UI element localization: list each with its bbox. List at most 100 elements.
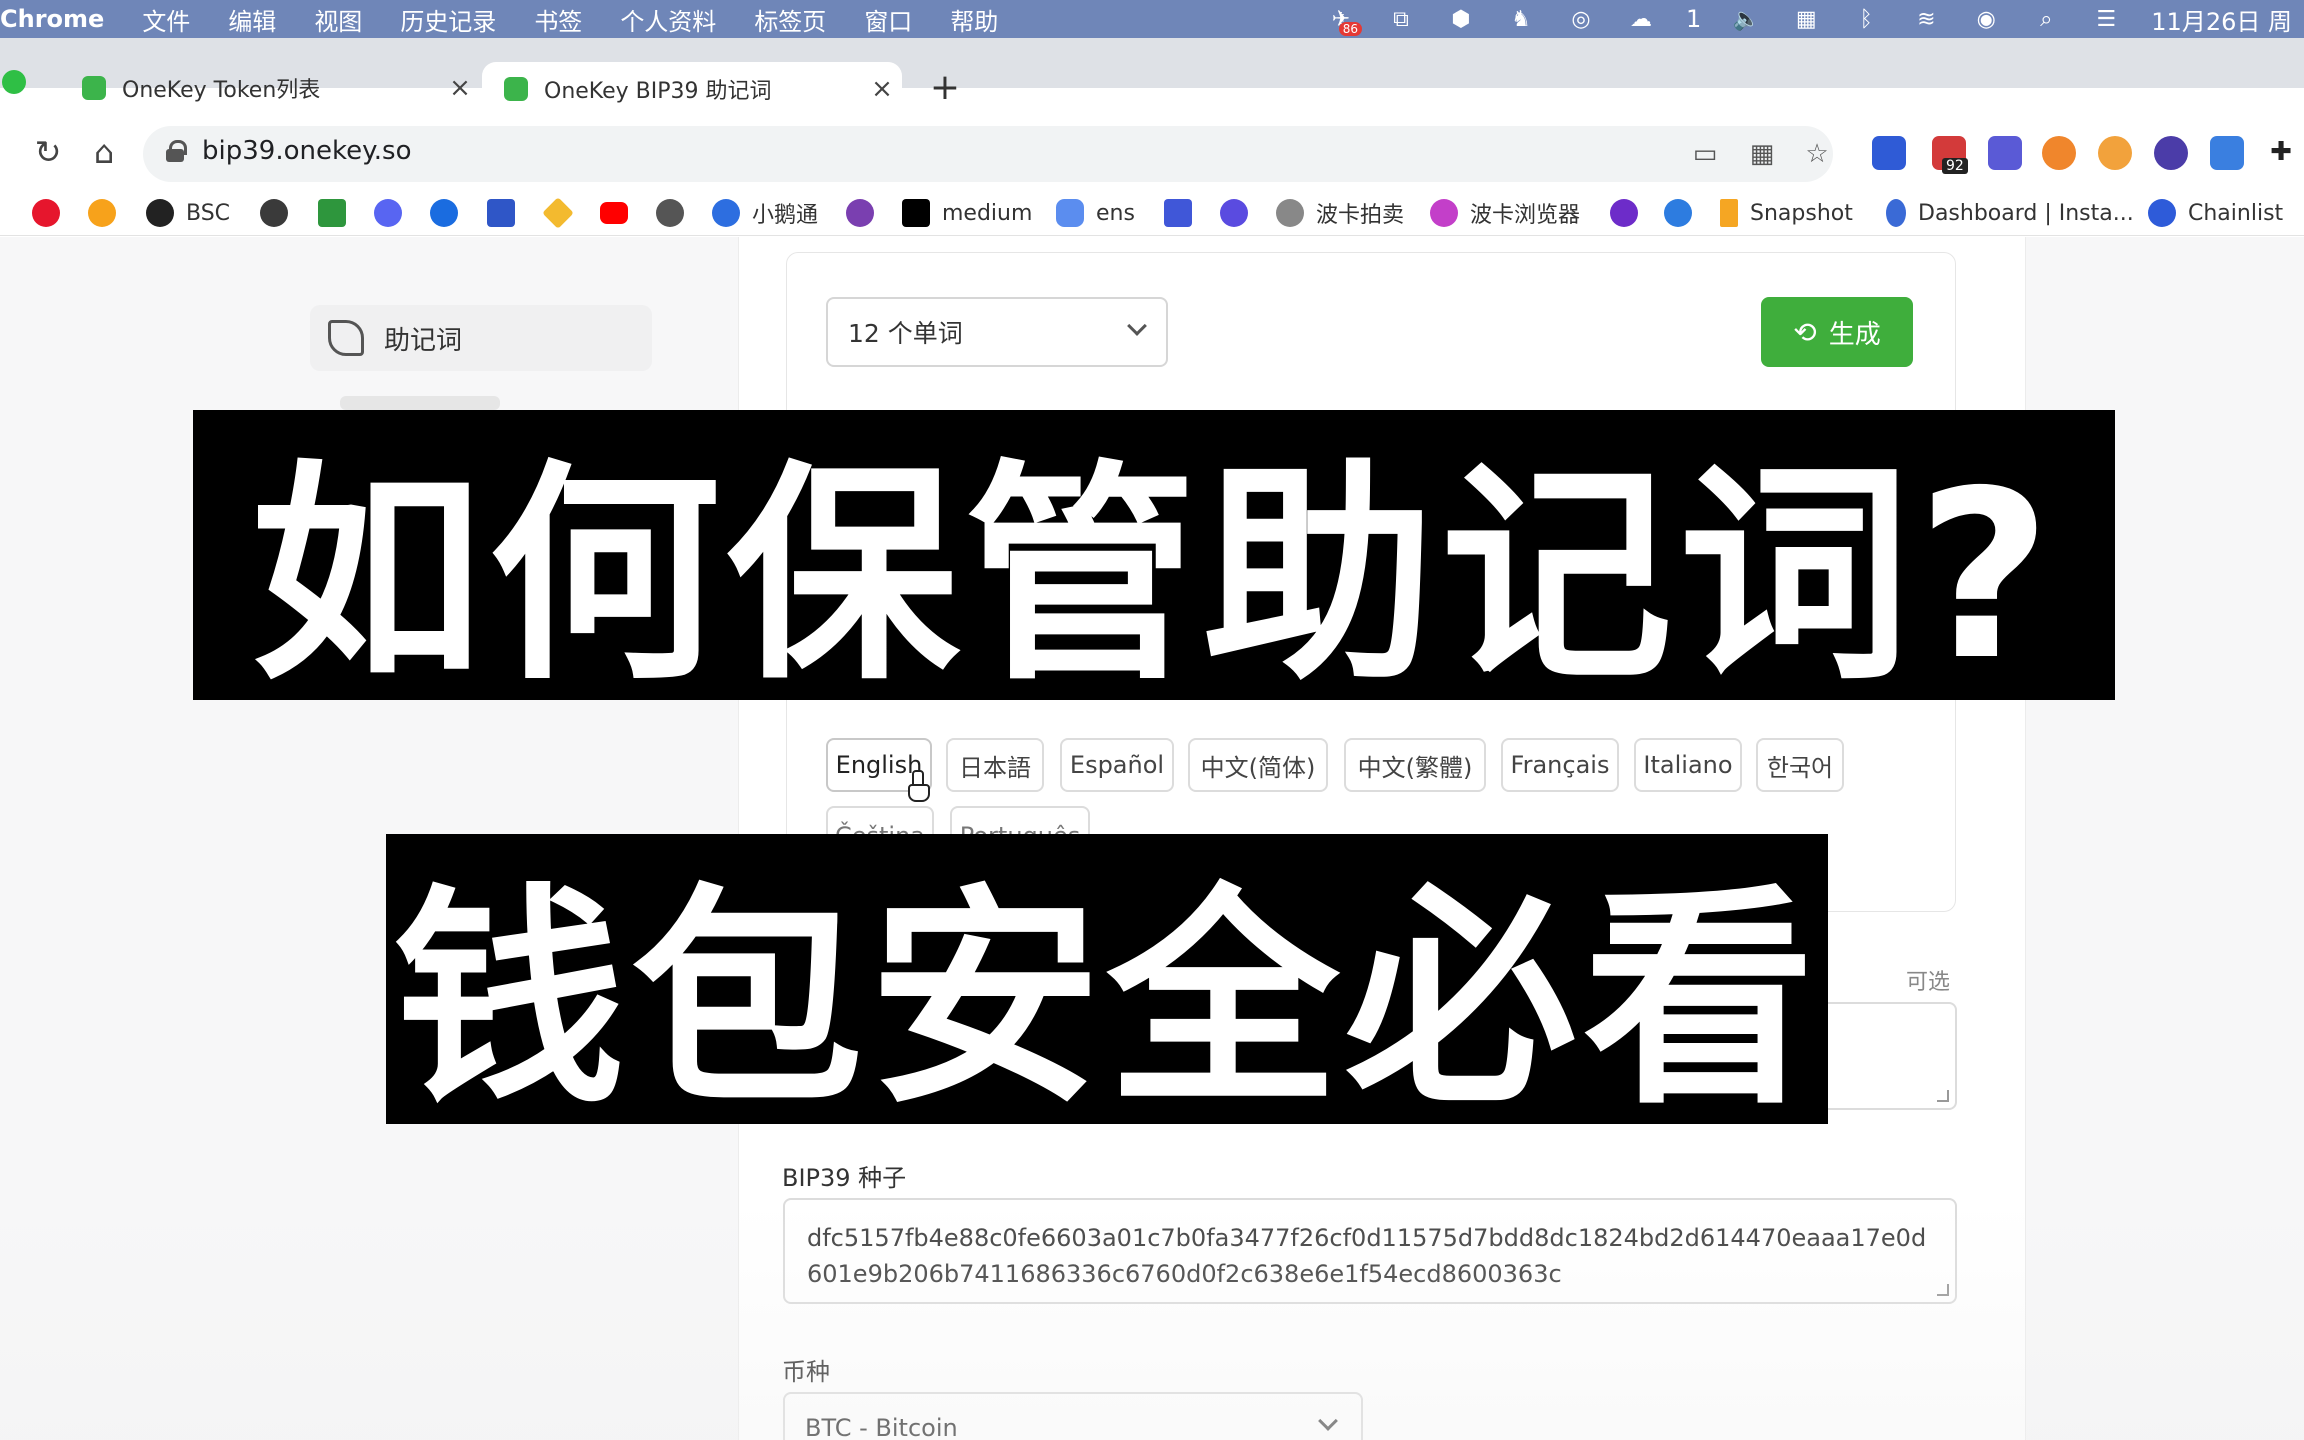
m-icon: [430, 199, 458, 227]
k-extension-icon[interactable]: [1988, 136, 2022, 170]
stack-icon: [1164, 199, 1192, 227]
notification-icon[interactable]: ✈ 86: [1326, 6, 1362, 36]
bookmark-icon-20[interactable]: [1610, 196, 1650, 230]
menu-edit[interactable]: 编辑: [228, 2, 276, 37]
bookmark-polkadot-auction[interactable]: 波卡拍卖: [1276, 196, 1404, 230]
bookmark-medium[interactable]: medium: [902, 196, 1032, 230]
menu-view[interactable]: 视图: [314, 2, 362, 37]
bookmark-icon-21[interactable]: [1664, 196, 1704, 230]
tab-close-icon[interactable]: ×: [440, 73, 480, 103]
puzzle-icon[interactable]: ✚: [2264, 136, 2298, 168]
airdrop-icon[interactable]: ◎: [1566, 6, 1596, 32]
tab-onekey-bip39[interactable]: OneKey BIP39 助记词 ×: [482, 62, 902, 116]
resize-handle-icon[interactable]: [1937, 1090, 1949, 1102]
douban-icon: [318, 199, 346, 227]
window-zoom-button[interactable]: [2, 70, 26, 94]
generate-button[interactable]: ⟲ 生成: [1761, 297, 1913, 367]
chevron-down-icon: [1318, 1411, 1338, 1431]
extension-badge: 92: [1942, 158, 1968, 174]
p-extension-icon[interactable]: [2098, 136, 2132, 170]
bookmark-icon-16[interactable]: [1164, 196, 1204, 230]
bookmark-binance[interactable]: [542, 196, 584, 230]
bookmark-icon-4[interactable]: [260, 196, 300, 230]
layers-icon[interactable]: ⧉: [1386, 6, 1416, 32]
tab-onekey-token-list[interactable]: OneKey Token列表 ×: [60, 62, 480, 114]
bookmark-youtube[interactable]: [600, 196, 640, 230]
bookmark-favicon-icon: [88, 199, 116, 227]
menu-window[interactable]: 窗口: [864, 2, 912, 37]
bookmark-weibo[interactable]: [32, 196, 72, 230]
seed-value: dfc5157fb4e88c0fe6603a01c7b0fa3477f26cf0…: [807, 1224, 1927, 1288]
bluetooth-icon[interactable]: ᛒ: [1851, 6, 1881, 32]
lang-spanish[interactable]: Español: [1060, 738, 1174, 792]
input-method-icon[interactable]: ▦: [1791, 6, 1821, 32]
url-text[interactable]: bip39.onekey.so: [202, 136, 412, 166]
metamask-fox-icon[interactable]: [2042, 136, 2076, 170]
lang-french[interactable]: Français: [1501, 738, 1619, 792]
menu-bookmarks[interactable]: 书签: [534, 2, 582, 37]
lang-japanese[interactable]: 日本語: [946, 738, 1044, 792]
bookmark-ens[interactable]: ens: [1056, 196, 1135, 230]
qr-code-icon[interactable]: ▦: [1745, 138, 1779, 170]
sidebar-item-mnemonic[interactable]: 助记词: [310, 305, 652, 371]
home-icon[interactable]: ⌂: [84, 132, 124, 172]
menubar-date: 11月26日 周: [2151, 7, 2292, 36]
bookmark-label: BSC: [186, 200, 231, 226]
bookmark-snapshot[interactable]: Snapshot: [1720, 196, 1853, 230]
overlay-title-line2: 钱包安全必看: [386, 834, 1828, 1135]
bitwarden-extension-icon[interactable]: [1872, 136, 1906, 170]
reload-icon[interactable]: ↻: [28, 132, 68, 172]
polkadot-explorer-icon: [1430, 199, 1458, 227]
wifi-icon[interactable]: ≋: [1911, 6, 1941, 32]
menu-history[interactable]: 历史记录: [400, 2, 496, 37]
bookmark-icon-2[interactable]: [88, 196, 128, 230]
cube-icon[interactable]: ⬢: [1446, 6, 1476, 32]
bookmark-favicon-icon: [846, 199, 874, 227]
word-count-select[interactable]: 12 个单词: [826, 297, 1168, 367]
cast-icon[interactable]: ▭: [1688, 138, 1722, 170]
wechat-count: 1: [1686, 5, 1702, 33]
bookmark-discord[interactable]: [374, 196, 414, 230]
resize-handle-icon[interactable]: [1937, 1284, 1949, 1296]
control-center-icon[interactable]: ☰: [2091, 6, 2121, 32]
bookmark-icon-13[interactable]: [846, 196, 886, 230]
bookmark-xiaoetong[interactable]: 小鹅通: [712, 196, 818, 230]
menu-app-name[interactable]: Chrome: [0, 5, 104, 33]
bookmark-m[interactable]: [430, 196, 470, 230]
search-icon[interactable]: ⌕: [2031, 6, 2061, 32]
bookmark-polkadot-explorer[interactable]: 波卡浏览器: [1430, 196, 1580, 230]
discord-icon: [374, 199, 402, 227]
lang-chinese-traditional[interactable]: 中文(繁體): [1344, 738, 1486, 792]
bookmark-icon-17[interactable]: [1220, 196, 1260, 230]
tab-label: OneKey BIP39 助记词: [544, 79, 772, 104]
bookmark-douban[interactable]: [318, 196, 358, 230]
face-extension-icon[interactable]: [2154, 136, 2188, 170]
new-tab-button[interactable]: +: [925, 68, 965, 108]
medium-icon: [902, 199, 930, 227]
lang-italian[interactable]: Italiano: [1634, 738, 1742, 792]
ens-icon: [1056, 199, 1084, 227]
bookmark-dashboard[interactable]: Dashboard | Insta...: [1886, 196, 2134, 230]
menu-profiles[interactable]: 个人资料: [620, 2, 716, 37]
bookmark-icon-11[interactable]: [656, 196, 696, 230]
bookmark-z[interactable]: [487, 196, 527, 230]
wechat-icon[interactable]: ☁: [1626, 6, 1656, 32]
crop-extension-icon[interactable]: [2210, 136, 2244, 170]
menu-file[interactable]: 文件: [142, 2, 190, 37]
menu-tabs[interactable]: 标签页: [754, 2, 826, 37]
bookmark-label: ens: [1096, 200, 1135, 226]
refresh-icon: ⟲: [1793, 315, 1817, 349]
tab-close-icon[interactable]: ×: [862, 74, 902, 104]
bookmark-bsc[interactable]: BSC: [146, 196, 230, 230]
lock-icon[interactable]: [166, 140, 187, 162]
bookmark-chainlist[interactable]: Chainlist: [2148, 196, 2283, 230]
volume-icon[interactable]: 🔈: [1731, 6, 1761, 32]
coin-select[interactable]: BTC - Bitcoin: [783, 1392, 1363, 1440]
seed-textarea[interactable]: dfc5157fb4e88c0fe6603a01c7b0fa3477f26cf0…: [783, 1198, 1957, 1304]
cat-icon[interactable]: ♞: [1506, 6, 1536, 32]
lang-korean[interactable]: 한국어: [1756, 738, 1844, 792]
menu-help[interactable]: 帮助: [950, 2, 998, 37]
user-icon[interactable]: ◉: [1971, 6, 2001, 32]
lang-chinese-simplified[interactable]: 中文(简体): [1188, 738, 1328, 792]
star-icon[interactable]: ☆: [1800, 138, 1834, 170]
